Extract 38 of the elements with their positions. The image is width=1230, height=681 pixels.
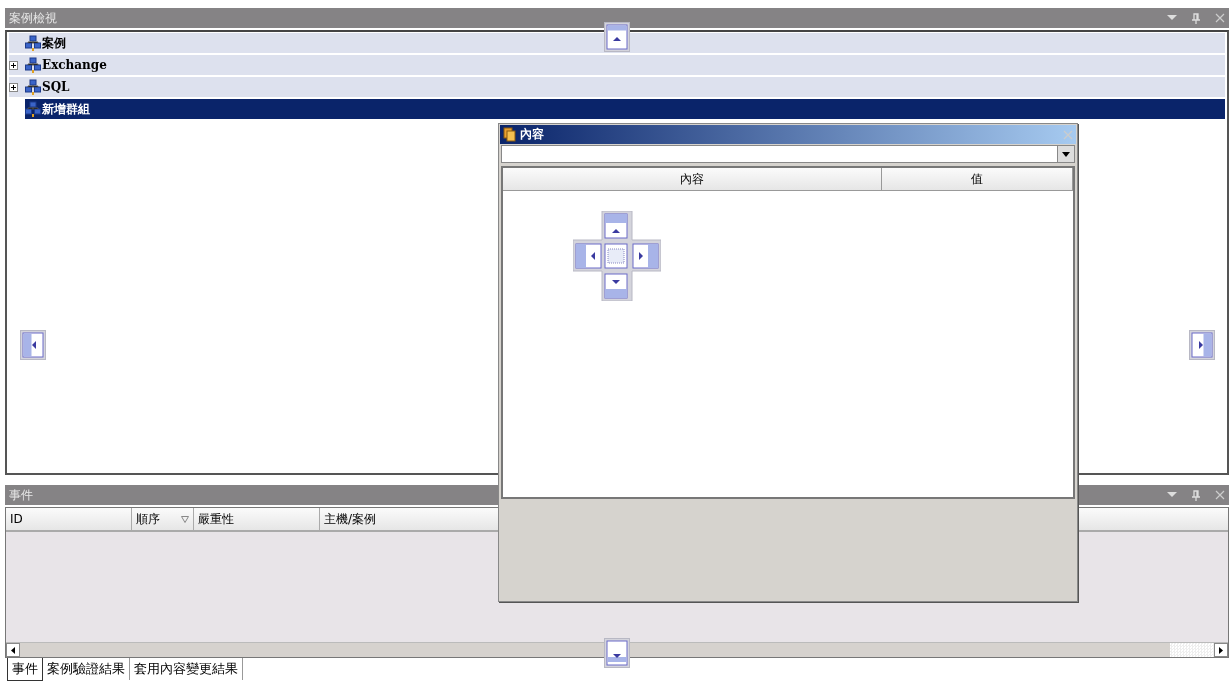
tab[interactable]: 套用內容變更結果 <box>130 658 243 680</box>
network-icon <box>25 101 41 117</box>
expand-icon[interactable] <box>9 60 18 70</box>
dock-top-icon[interactable] <box>603 22 631 52</box>
scroll-right-button[interactable] <box>1214 643 1228 657</box>
caret-icon <box>1062 151 1070 157</box>
dropdown-icon[interactable] <box>1167 15 1177 21</box>
right-arrow-icon <box>1219 646 1223 654</box>
dock-guide-cross-icon[interactable] <box>573 211 661 301</box>
expand-icon[interactable] <box>9 82 18 92</box>
scroll-left-button[interactable] <box>6 643 20 657</box>
dock-left-icon[interactable] <box>19 330 47 360</box>
dock-right-icon[interactable] <box>1188 330 1216 360</box>
column-header[interactable]: ID <box>6 508 132 530</box>
network-icon <box>25 79 41 95</box>
tree-item[interactable]: 新增群組 <box>25 99 1225 119</box>
tab[interactable]: 事件 <box>7 658 43 681</box>
column-header[interactable]: 內容 <box>503 168 882 190</box>
pin-icon[interactable] <box>1191 12 1201 24</box>
network-icon <box>25 35 41 51</box>
column-header[interactable]: 主機/案例 <box>320 508 500 530</box>
documents-icon <box>503 127 517 142</box>
panel-title: 事件 <box>9 486 34 504</box>
pin-icon[interactable] <box>1191 489 1201 501</box>
panel-title: 案例檢視 <box>9 9 58 27</box>
scrollbar-thumb[interactable] <box>1170 643 1214 657</box>
dropdown-icon[interactable] <box>1167 492 1177 498</box>
network-icon <box>25 57 41 73</box>
column-header[interactable]: 嚴重性 <box>194 508 320 530</box>
column-header[interactable]: 值 <box>882 168 1073 190</box>
left-arrow-icon <box>11 646 15 654</box>
close-icon[interactable] <box>1215 490 1225 500</box>
window-title: 內容 <box>520 126 545 143</box>
tab[interactable]: 案例驗證結果 <box>43 658 130 680</box>
close-icon[interactable] <box>1215 13 1225 23</box>
dock-bottom-icon[interactable] <box>603 638 631 668</box>
object-dropdown[interactable] <box>501 145 1075 163</box>
column-header[interactable]: 順序 <box>132 508 194 530</box>
